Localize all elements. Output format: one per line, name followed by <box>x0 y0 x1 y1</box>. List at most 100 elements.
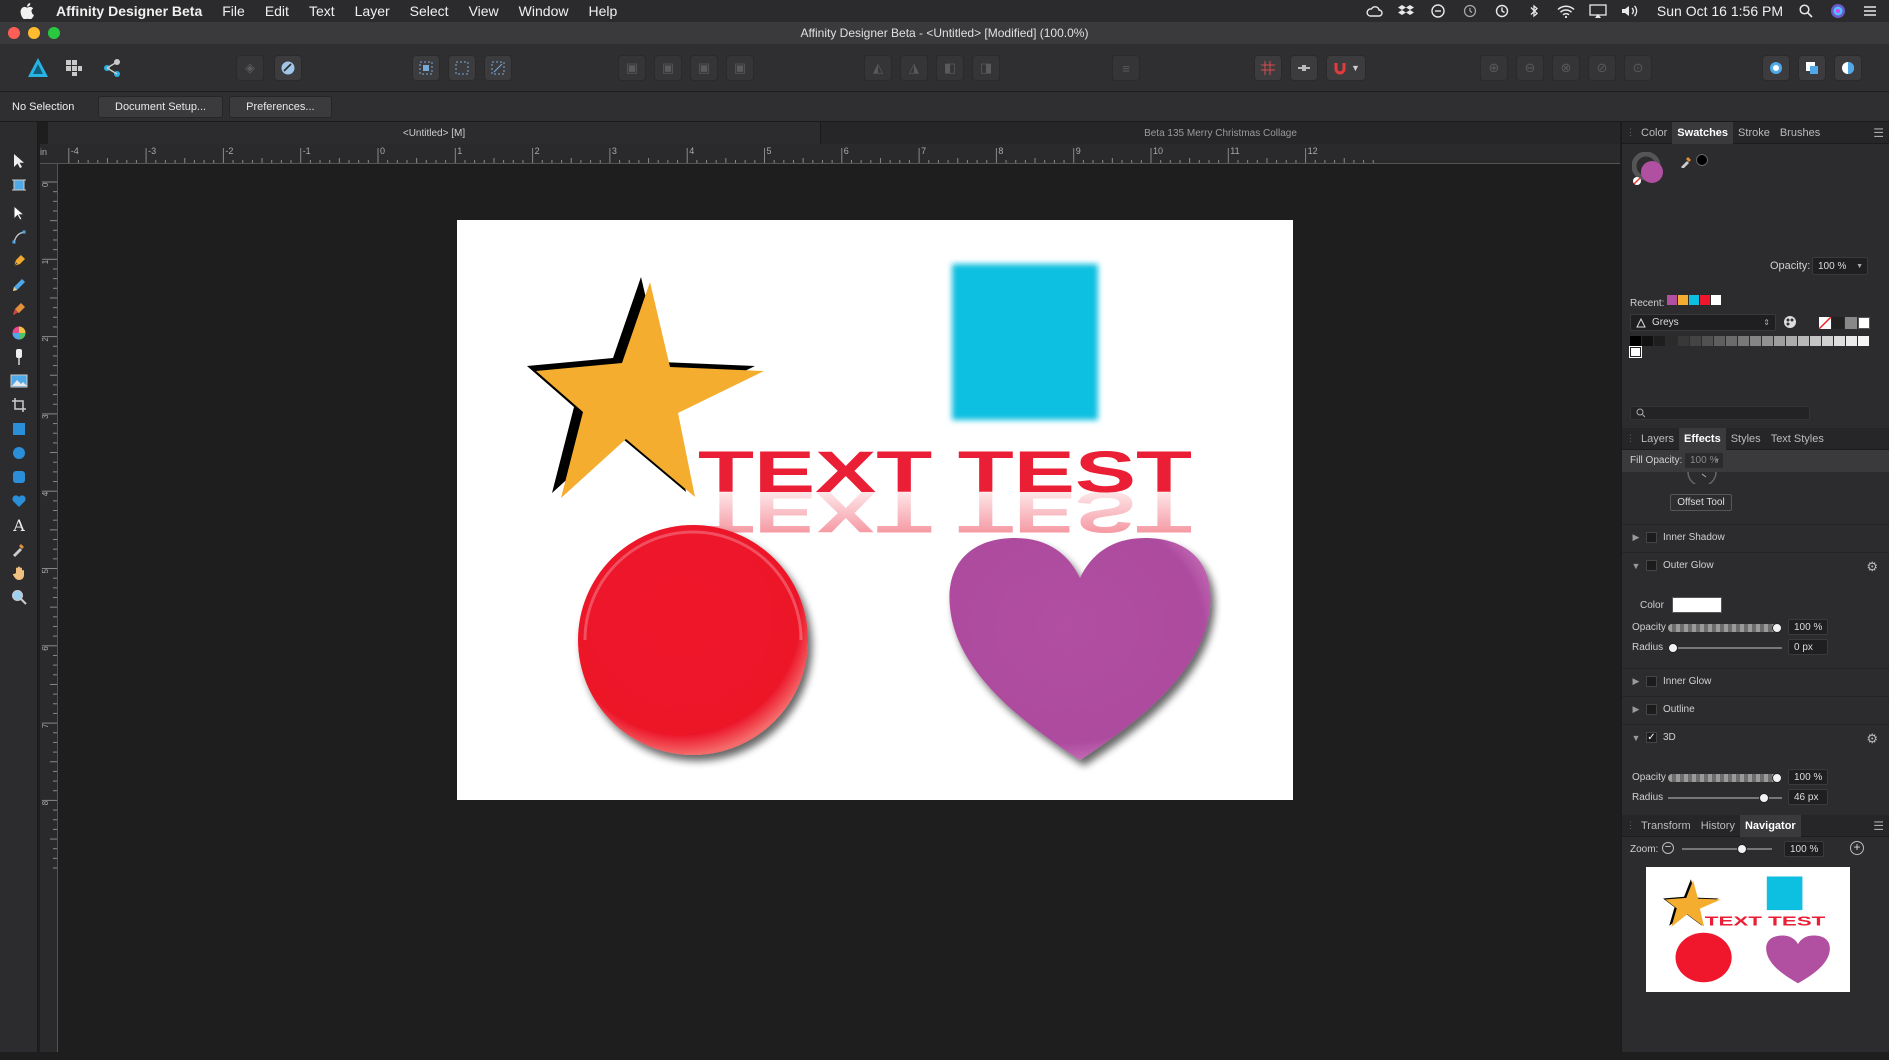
menu-window[interactable]: Window <box>509 0 579 22</box>
fill-opacity-field[interactable]: 100 % ▼ <box>1684 452 1724 469</box>
close-window-button[interactable] <box>8 27 20 39</box>
siri-icon[interactable] <box>1829 4 1847 18</box>
grey-swatch[interactable] <box>1750 336 1761 346</box>
node-tool-icon[interactable] <box>8 202 30 224</box>
threed-opacity-field[interactable]: 100 % <box>1788 769 1828 785</box>
horizontal-ruler[interactable]: in -4 -3 -2 -1 0 1 2 3 4 5 6 7 8 9 10 11 12 <box>40 144 1620 164</box>
point-transform-tool-icon[interactable] <box>8 226 30 248</box>
rounded-rectangle-tool-icon[interactable] <box>8 466 30 488</box>
artboard[interactable]: TEXT TEST TEXT TEST <box>457 220 1293 800</box>
studio-toggle-icon[interactable] <box>1798 55 1826 81</box>
grey-swatch[interactable] <box>1630 347 1641 357</box>
clock-text[interactable]: Sun Oct 16 1:56 PM <box>1657 3 1783 19</box>
outer-glow-checkbox[interactable] <box>1646 560 1657 571</box>
tab-history[interactable]: History <box>1696 815 1740 837</box>
grey-swatch[interactable] <box>1798 336 1809 346</box>
arrange-backward-icon[interactable]: ▣ <box>654 55 682 81</box>
gear-icon[interactable]: ⚙ <box>1866 559 1878 575</box>
tab-styles[interactable]: Styles <box>1726 428 1766 450</box>
recent-swatch-4[interactable] <box>1711 295 1721 305</box>
panel-menu-icon[interactable]: ☰ <box>1873 819 1884 833</box>
tab-brushes[interactable]: Brushes <box>1775 122 1825 144</box>
zoom-slider[interactable] <box>1682 844 1772 854</box>
tab-navigator[interactable]: Navigator <box>1739 814 1801 837</box>
outer-glow-color-well[interactable] <box>1672 597 1722 613</box>
move-tool-icon[interactable] <box>8 150 30 172</box>
grey-swatch[interactable] <box>1846 336 1857 346</box>
place-image-tool-icon[interactable] <box>8 370 30 392</box>
no-fill-swatch[interactable] <box>1819 317 1831 329</box>
grey-swatch[interactable] <box>1678 336 1689 346</box>
grey-swatch[interactable] <box>1762 336 1773 346</box>
expand-arrow-icon[interactable]: ▶ <box>1626 532 1646 543</box>
heart-shape-tool-icon[interactable] <box>8 490 30 512</box>
collapse-arrow-icon[interactable]: ▼ <box>1626 733 1646 743</box>
notification-center-icon[interactable] <box>1861 4 1879 18</box>
minimize-window-button[interactable] <box>28 27 40 39</box>
preferences-button[interactable]: Preferences... <box>229 95 332 118</box>
canvas-area[interactable]: TEXT TEST TEXT TEST <box>58 164 1620 1060</box>
rectangle-tool-icon[interactable] <box>8 418 30 440</box>
rotate-left-icon[interactable]: ◧ <box>936 55 964 81</box>
arrange-forward-icon[interactable]: ▣ <box>690 55 718 81</box>
eyedropper-icon[interactable] <box>1680 154 1694 171</box>
grey-swatch[interactable] <box>1858 336 1869 346</box>
export-persona-icon[interactable] <box>98 54 126 82</box>
slider-knob[interactable] <box>1772 773 1782 783</box>
recent-swatch-1[interactable] <box>1678 295 1688 305</box>
grey-swatch[interactable] <box>1774 336 1785 346</box>
zoom-in-icon[interactable]: + <box>1850 841 1864 855</box>
inner-glow-checkbox[interactable] <box>1646 676 1657 687</box>
crop-tool-icon[interactable] <box>8 394 30 416</box>
app-name-menu[interactable]: Affinity Designer Beta <box>46 0 212 22</box>
artistic-text-tool-icon[interactable]: A <box>8 514 30 536</box>
outer-glow-radius-slider[interactable] <box>1668 643 1782 653</box>
arrange-back-icon[interactable]: ▣ <box>618 55 646 81</box>
zoom-out-icon[interactable]: − <box>1662 842 1674 854</box>
menu-file[interactable]: File <box>212 0 255 22</box>
ellipse-tool-icon[interactable] <box>8 442 30 464</box>
recent-swatch-2[interactable] <box>1689 295 1699 305</box>
flip-horizontal-icon[interactable]: ◭ <box>864 55 892 81</box>
collapse-arrow-icon[interactable]: ▼ <box>1626 561 1646 571</box>
flip-vertical-icon[interactable]: ◮ <box>900 55 928 81</box>
pixel-persona-icon[interactable] <box>60 54 88 82</box>
spotlight-icon[interactable] <box>1797 4 1815 18</box>
bluetooth-icon[interactable] <box>1525 4 1543 18</box>
creative-cloud-icon[interactable] <box>1365 4 1383 18</box>
grey-swatch[interactable] <box>1738 336 1749 346</box>
tab-untitled[interactable]: <Untitled> [M] <box>48 122 820 144</box>
volume-icon[interactable] <box>1621 4 1639 18</box>
grey-swatch[interactable] <box>1654 336 1665 346</box>
navigator-preview[interactable]: TEXT TEST <box>1646 867 1850 992</box>
effect-outer-glow[interactable]: ▼ Outer Glow ⚙ <box>1622 552 1889 578</box>
menu-view[interactable]: View <box>459 0 509 22</box>
grey-swatch[interactable] <box>1630 336 1641 346</box>
angle-dial-icon[interactable] <box>1684 471 1720 487</box>
black-color-well[interactable] <box>1696 154 1708 166</box>
arrange-front-icon[interactable]: ▣ <box>726 55 754 81</box>
expand-arrow-icon[interactable]: ▶ <box>1626 704 1646 715</box>
pencil-tool-icon[interactable] <box>8 274 30 296</box>
grey-swatch[interactable] <box>1702 336 1713 346</box>
fill-tool-icon[interactable] <box>8 322 30 344</box>
vector-brush-tool-icon[interactable] <box>8 298 30 320</box>
white-swatch[interactable] <box>1858 317 1870 329</box>
grey-swatch[interactable] <box>1690 336 1701 346</box>
expand-arrow-icon[interactable]: ▶ <box>1626 676 1646 687</box>
effect-3d[interactable]: ▼ ✓ 3D ⚙ <box>1622 724 1889 750</box>
inner-shadow-checkbox[interactable] <box>1646 532 1657 543</box>
slider-knob[interactable] <box>1759 793 1769 803</box>
recent-swatch-0[interactable] <box>1667 295 1677 305</box>
zoom-tool-icon[interactable] <box>8 586 30 608</box>
grey-swatch[interactable] <box>1642 336 1653 346</box>
document-icon[interactable]: ◈ <box>236 55 264 81</box>
boolean-divide-icon[interactable]: ⊙ <box>1624 55 1652 81</box>
black-swatch[interactable] <box>1832 317 1844 329</box>
time-machine-icon[interactable] <box>1493 4 1511 18</box>
boolean-subtract-icon[interactable]: ⊖ <box>1516 55 1544 81</box>
grey-swatch[interactable] <box>1714 336 1725 346</box>
tab-layers[interactable]: Layers <box>1636 428 1679 450</box>
palette-select[interactable]: Greys ⇕ <box>1630 314 1776 331</box>
tab-merry-christmas-collage[interactable]: Beta 135 Merry Christmas Collage <box>820 122 1620 144</box>
